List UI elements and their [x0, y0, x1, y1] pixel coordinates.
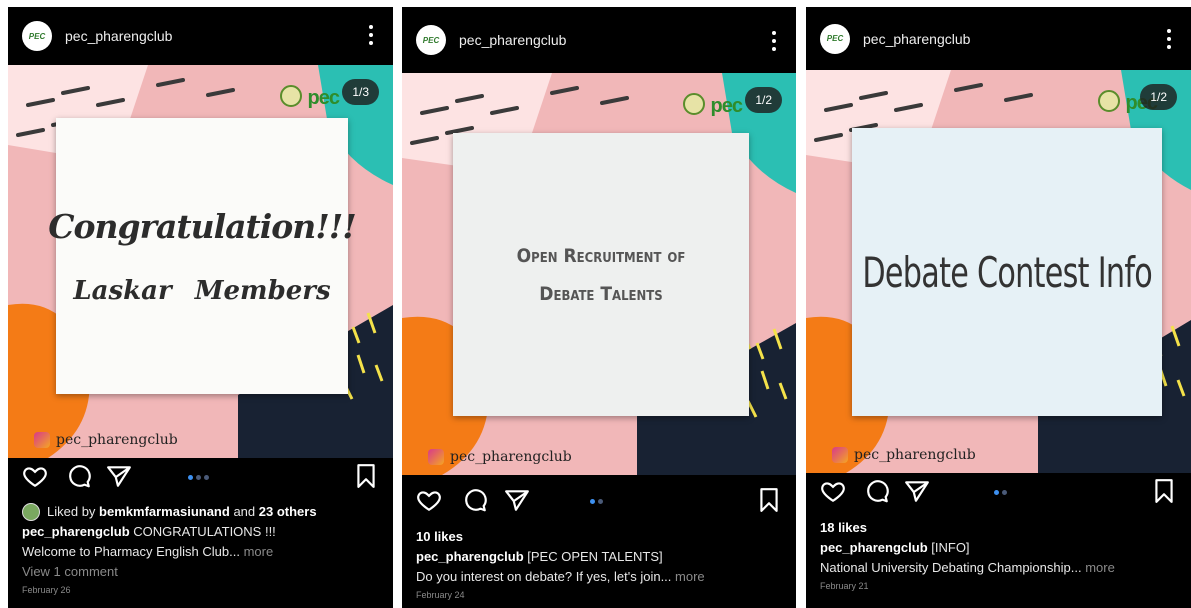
view-comments-link[interactable]: View 1 comment [22, 562, 381, 582]
action-bar [402, 481, 796, 521]
more-options-icon[interactable] [772, 31, 776, 51]
username[interactable]: pec_pharengclub [65, 28, 172, 44]
brand-logo: pec [682, 93, 743, 118]
post-image[interactable]: pec 1/3 Congratulation!!! Laskar Members… [8, 65, 393, 458]
comment-icon[interactable] [66, 463, 92, 489]
watermark: pec_pharengclub [34, 432, 178, 448]
more-link[interactable]: more [244, 544, 274, 559]
caption-line: Welcome to Pharmacy English Club... more [22, 544, 274, 559]
slide-counter: 1/3 [342, 79, 379, 105]
avatar[interactable]: PEC [820, 23, 850, 54]
post-3: PEC pec_pharengclub pec 1/2 Debate Conte… [806, 7, 1191, 608]
image-card: Open Recruitment of Debate Talents [453, 133, 749, 416]
post-1: PEC pec_pharengclub pec 1/3 Congratulati… [8, 7, 393, 608]
post-2: PEC pec_pharengclub pec 1/2 Open Recruit… [402, 7, 796, 608]
caption: pec_pharengclub [INFO] [820, 540, 970, 555]
username[interactable]: pec_pharengclub [863, 31, 970, 47]
more-link[interactable]: more [1085, 560, 1115, 575]
image-card: Debate Contest Info [852, 128, 1162, 416]
post-date: February 26 [22, 585, 71, 595]
share-icon[interactable] [504, 487, 530, 513]
share-icon[interactable] [106, 463, 132, 489]
post-header: PEC pec_pharengclub [8, 7, 393, 65]
share-icon[interactable] [904, 478, 930, 504]
post-image[interactable]: pec 1/2 Open Recruitment of Debate Talen… [402, 73, 796, 475]
post-image[interactable]: pec 1/2 Debate Contest Info pec_pharengc… [806, 70, 1191, 473]
more-link[interactable]: more [675, 569, 705, 584]
slide-counter: 1/2 [1140, 84, 1177, 110]
carousel-dots [188, 475, 209, 480]
post-meta: Liked by bemkmfarmasiunand and 23 others… [22, 502, 381, 598]
instagram-icon [428, 449, 444, 465]
likes-count[interactable]: 18 likes [820, 518, 1179, 538]
action-bar [8, 457, 393, 497]
post-meta: 18 likes pec_pharengclub [INFO] National… [820, 518, 1179, 594]
caption-line: National University Debating Championshi… [820, 560, 1115, 575]
liked-by[interactable]: Liked by bemkmfarmasiunand and 23 others [22, 502, 381, 522]
avatar[interactable]: PEC [416, 25, 446, 55]
action-bar [806, 472, 1191, 512]
slide-counter: 1/2 [745, 87, 782, 113]
likes-count[interactable]: 10 likes [416, 527, 784, 547]
carousel-dots [590, 499, 603, 504]
image-headline: Open Recruitment of [516, 244, 686, 267]
instagram-icon [832, 447, 848, 463]
post-header: PEC pec_pharengclub [402, 7, 796, 73]
comment-icon[interactable] [462, 487, 488, 513]
post-date: February 21 [820, 581, 869, 591]
comment-icon[interactable] [864, 478, 890, 504]
more-options-icon[interactable] [1167, 29, 1171, 49]
heart-icon[interactable] [416, 487, 442, 513]
caption: pec_pharengclub CONGRATULATIONS !!! [22, 524, 276, 539]
liker-avatar [22, 503, 40, 521]
caption-line: Do you interest on debate? If yes, let's… [416, 569, 705, 584]
carousel-dots [994, 490, 1007, 495]
post-meta: 10 likes pec_pharengclub [PEC OPEN TALEN… [416, 527, 784, 603]
username[interactable]: pec_pharengclub [459, 32, 566, 48]
image-subheadline: Debate Talents [539, 282, 663, 305]
image-headline: Congratulation!!! [48, 206, 357, 246]
heart-icon[interactable] [820, 478, 846, 504]
brand-logo: pec [279, 85, 340, 110]
bookmark-icon[interactable] [1151, 478, 1177, 504]
bookmark-icon[interactable] [353, 463, 379, 489]
heart-icon[interactable] [22, 463, 48, 489]
image-subheadline: Laskar Members [73, 275, 331, 306]
image-card: Congratulation!!! Laskar Members [48, 118, 357, 394]
instagram-icon [34, 432, 50, 448]
watermark: pec_pharengclub [428, 449, 572, 465]
post-date: February 24 [416, 590, 465, 600]
post-header: PEC pec_pharengclub [806, 7, 1191, 70]
more-options-icon[interactable] [369, 25, 373, 45]
avatar[interactable]: PEC [22, 21, 52, 51]
watermark: pec_pharengclub [832, 447, 976, 463]
bookmark-icon[interactable] [756, 487, 782, 513]
image-headline: Debate Contest Info [862, 247, 1152, 297]
caption: pec_pharengclub [PEC OPEN TALENTS] [416, 549, 663, 564]
